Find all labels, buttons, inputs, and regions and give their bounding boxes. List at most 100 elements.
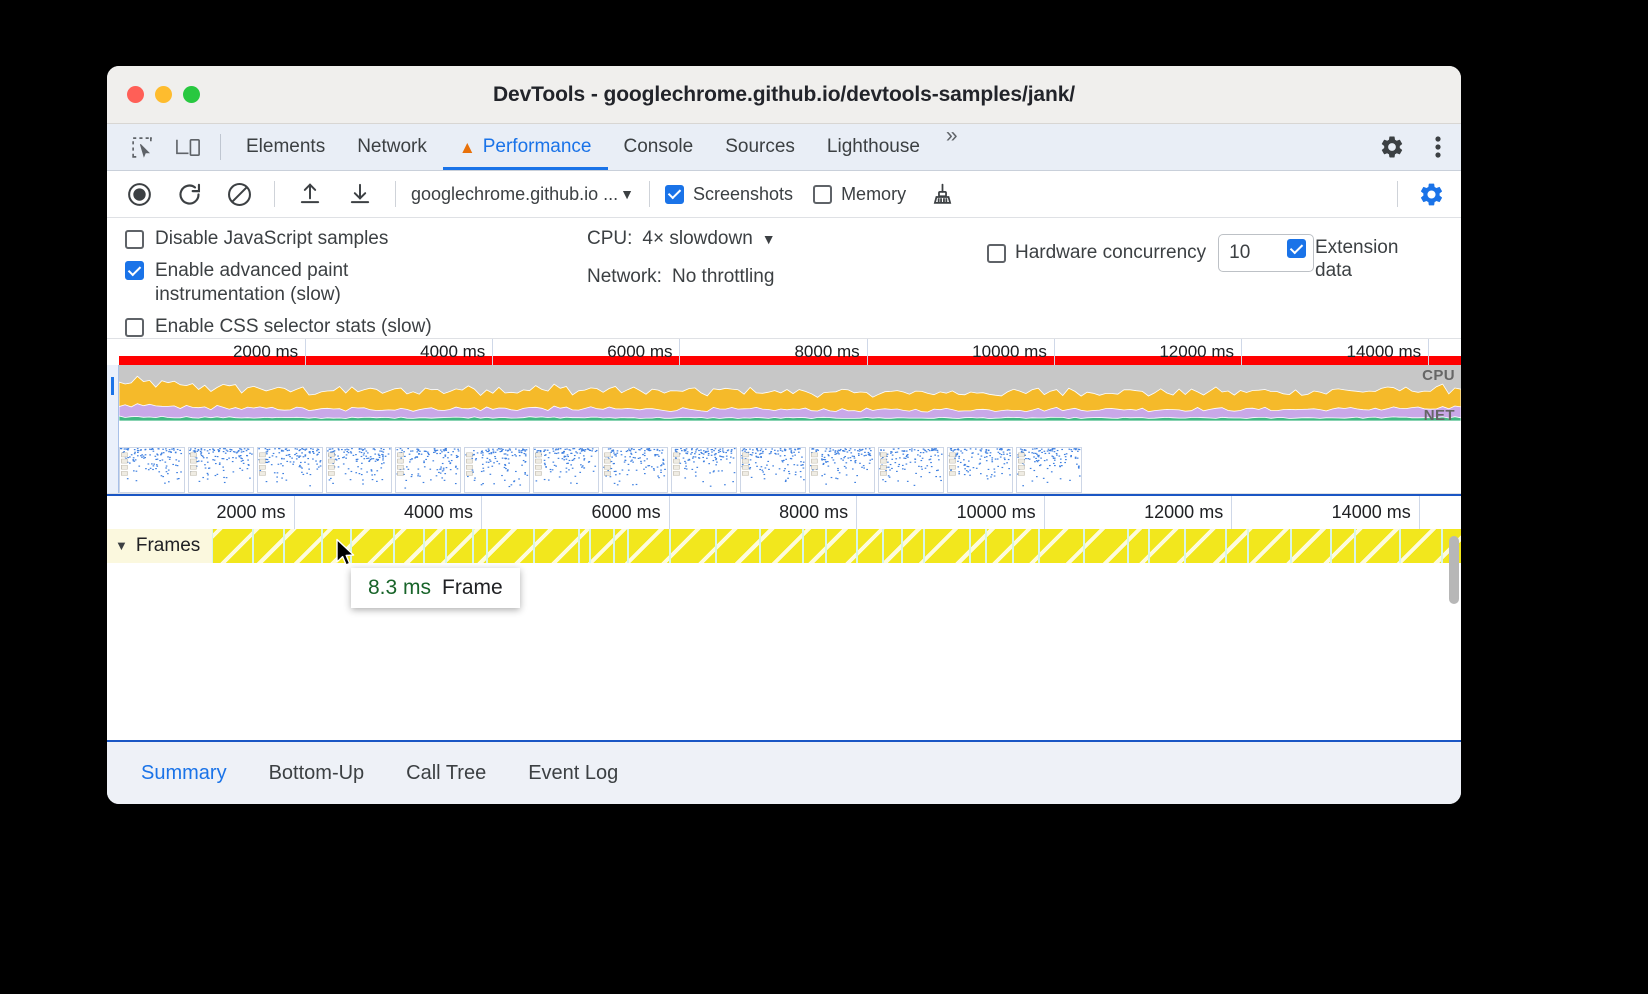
frame-boundary[interactable]: [533, 529, 535, 563]
tab-performance[interactable]: ▲ Performance: [443, 124, 608, 170]
frame-boundary[interactable]: [486, 529, 488, 563]
filmstrip-thumbnail[interactable]: [533, 447, 599, 493]
frame-boundary[interactable]: [715, 529, 717, 563]
filmstrip-thumbnail[interactable]: [257, 447, 323, 493]
disable-js-samples-checkbox[interactable]: Disable JavaScript samples: [125, 228, 567, 250]
maximize-window-button[interactable]: [183, 86, 200, 103]
timeline-overview[interactable]: 2000 ms4000 ms6000 ms8000 ms10000 ms1200…: [107, 339, 1461, 494]
extension-data-checkbox[interactable]: Extension data: [1287, 236, 1417, 282]
frame-boundary[interactable]: [578, 529, 580, 563]
tab-summary[interactable]: Summary: [125, 752, 243, 795]
filmstrip-thumbnail[interactable]: [326, 447, 392, 493]
filmstrip-thumbnail[interactable]: [878, 447, 944, 493]
filmstrip-thumbnail[interactable]: [740, 447, 806, 493]
frame-boundary[interactable]: [613, 529, 615, 563]
tab-console[interactable]: Console: [608, 124, 710, 170]
frame-boundary[interactable]: [321, 529, 323, 563]
screenshots-checkbox[interactable]: Screenshots: [665, 184, 793, 205]
tab-event-log[interactable]: Event Log: [512, 752, 634, 795]
frame-boundary[interactable]: [1184, 529, 1186, 563]
reload-and-record-icon[interactable]: [165, 174, 213, 214]
save-profile-icon[interactable]: [336, 174, 384, 214]
css-selector-stats-checkbox[interactable]: Enable CSS selector stats (slow): [125, 316, 567, 338]
gear-icon[interactable]: [1369, 134, 1415, 160]
filmstrip-thumbnail[interactable]: [671, 447, 737, 493]
cpu-throttling-select[interactable]: 4× slowdown ▼: [642, 228, 775, 250]
filmstrip-thumbnail[interactable]: [809, 447, 875, 493]
frame-boundary[interactable]: [1399, 529, 1401, 563]
frame-boundary[interactable]: [825, 529, 827, 563]
filmstrip-thumbnail[interactable]: [395, 447, 461, 493]
clear-recording-icon[interactable]: [215, 174, 263, 214]
frame-boundary[interactable]: [350, 529, 352, 563]
frame-boundary[interactable]: [901, 529, 903, 563]
frame-boundary[interactable]: [393, 529, 395, 563]
flame-chart-pane[interactable]: 2000 ms4000 ms6000 ms8000 ms10000 ms1200…: [107, 494, 1461, 743]
overview-window-left-handle[interactable]: [107, 365, 119, 493]
frame-boundary[interactable]: [627, 529, 629, 563]
frame-boundary[interactable]: [759, 529, 761, 563]
frame-boundary[interactable]: [1038, 529, 1040, 563]
tab-elements[interactable]: Elements: [230, 124, 341, 170]
broom-icon[interactable]: [918, 174, 966, 214]
frame-boundary[interactable]: [1354, 529, 1356, 563]
flame-vertical-scrollbar[interactable]: [1449, 536, 1459, 604]
inspect-element-icon[interactable]: [119, 124, 165, 170]
frame-boundary[interactable]: [1083, 529, 1085, 563]
filmstrip-thumbnail[interactable]: [188, 447, 254, 493]
frame-boundary[interactable]: [802, 529, 804, 563]
memory-checkbox[interactable]: Memory: [813, 184, 906, 205]
tab-network[interactable]: Network: [341, 124, 443, 170]
advanced-paint-checkbox[interactable]: Enable advanced paint instrumentation (s…: [125, 259, 567, 307]
frame-boundary[interactable]: [1290, 529, 1292, 563]
frame-boundary[interactable]: [283, 529, 285, 563]
performance-capture-toolbar: googlechrome.github.io ... ▼ Screenshots…: [107, 171, 1461, 218]
tab-bottom-up[interactable]: Bottom-Up: [253, 752, 381, 795]
frame-boundary[interactable]: [923, 529, 925, 563]
tab-call-tree[interactable]: Call Tree: [390, 752, 502, 795]
frame-boundary[interactable]: [1247, 529, 1249, 563]
filmstrip-thumbnail[interactable]: [464, 447, 530, 493]
load-profile-icon[interactable]: [286, 174, 334, 214]
tab-sources[interactable]: Sources: [709, 124, 811, 170]
device-toolbar-icon[interactable]: [165, 124, 211, 170]
hardware-concurrency-checkbox[interactable]: Hardware concurrency: [987, 242, 1206, 264]
origin-select[interactable]: googlechrome.github.io ... ▼: [407, 184, 638, 205]
frame-boundary[interactable]: [252, 529, 254, 563]
frame-boundary[interactable]: [1148, 529, 1150, 563]
frame-boundary[interactable]: [589, 529, 591, 563]
filmstrip-thumbnail[interactable]: [119, 447, 185, 493]
extension-data-label: Extension data: [1315, 236, 1417, 282]
frame-boundary[interactable]: [472, 529, 474, 563]
frame-boundary[interactable]: [445, 529, 447, 563]
close-window-button[interactable]: [127, 86, 144, 103]
frame-boundary[interactable]: [1225, 529, 1227, 563]
overview-net-track[interactable]: [119, 421, 1461, 447]
overview-filmstrip-track[interactable]: [119, 447, 1461, 493]
filmstrip-thumbnail[interactable]: [602, 447, 668, 493]
frame-boundary[interactable]: [985, 529, 987, 563]
frame-boundary[interactable]: [1012, 529, 1014, 563]
overview-window-left-grip: [111, 377, 114, 395]
frame-boundary[interactable]: [423, 529, 425, 563]
frames-track-header[interactable]: ▼ Frames: [107, 529, 212, 563]
capture-settings-gear-icon[interactable]: [1407, 174, 1455, 214]
frame-boundary[interactable]: [882, 529, 884, 563]
filmstrip-thumbnail[interactable]: [1016, 447, 1082, 493]
kebab-menu-icon[interactable]: [1415, 134, 1461, 160]
frame-boundary[interactable]: [1127, 529, 1129, 563]
frame-boundary[interactable]: [1441, 529, 1443, 563]
network-throttling-value[interactable]: No throttling: [672, 266, 774, 288]
more-tabs-icon[interactable]: »: [936, 124, 968, 170]
frame-boundary[interactable]: [856, 529, 858, 563]
record-icon[interactable]: [115, 174, 163, 214]
frame-boundary[interactable]: [669, 529, 671, 563]
frame-boundary[interactable]: [1330, 529, 1332, 563]
frame-boundary[interactable]: [969, 529, 971, 563]
tab-elements-label: Elements: [246, 136, 325, 158]
filmstrip-thumbnail[interactable]: [947, 447, 1013, 493]
frames-track[interactable]: ▼ Frames: [107, 529, 1461, 563]
tab-lighthouse[interactable]: Lighthouse: [811, 124, 936, 170]
overview-cpu-track[interactable]: [119, 365, 1461, 421]
minimize-window-button[interactable]: [155, 86, 172, 103]
